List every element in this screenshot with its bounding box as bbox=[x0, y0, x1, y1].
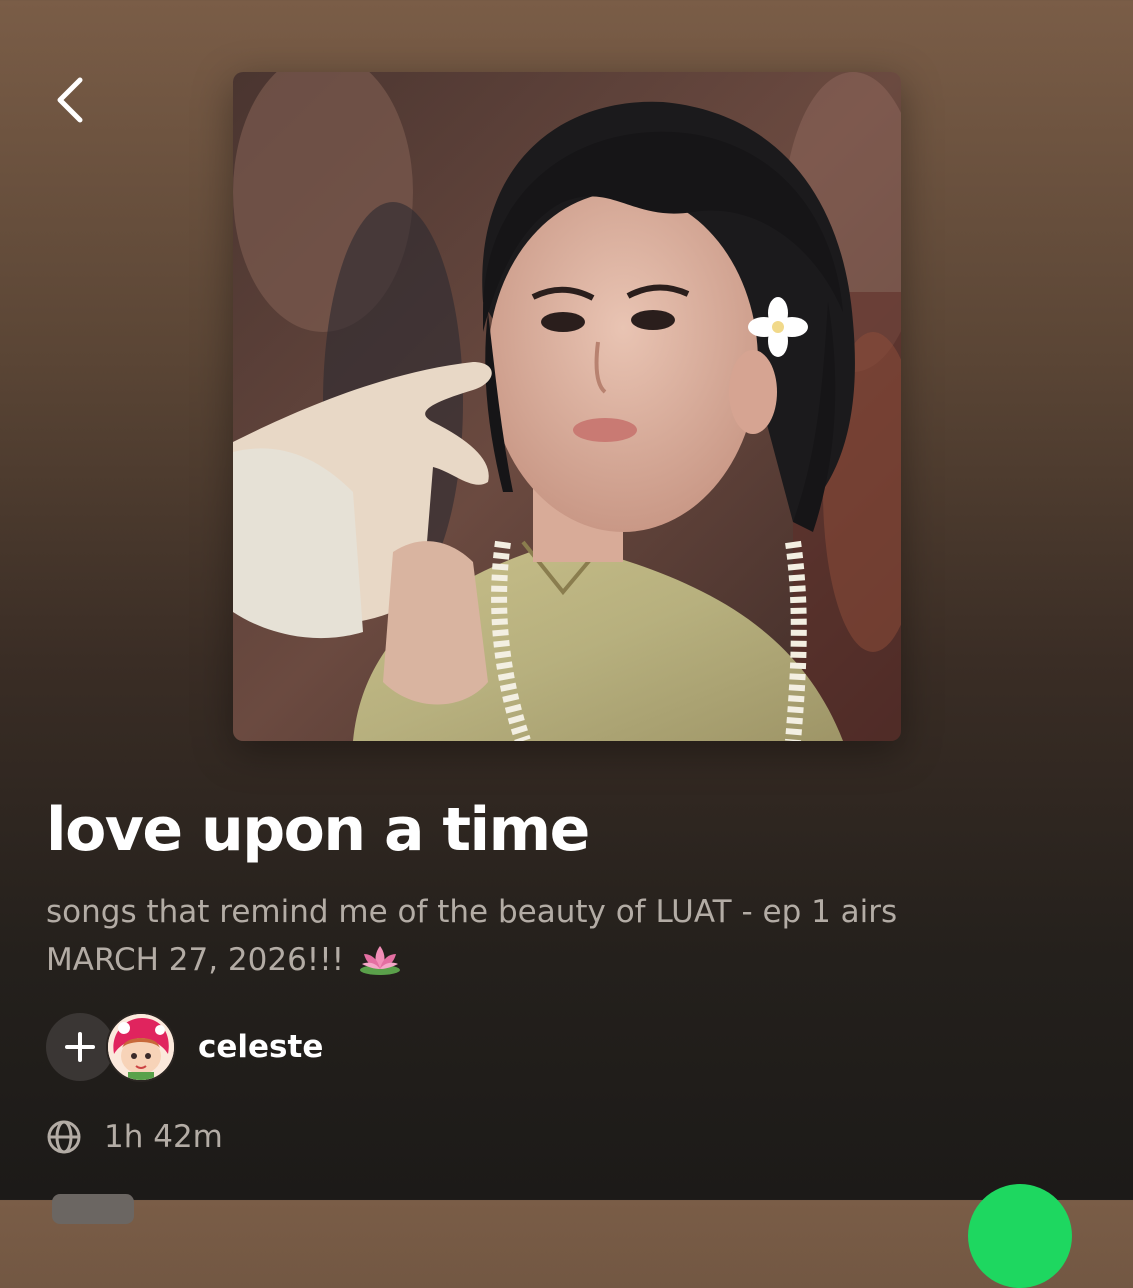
owner-row: celeste bbox=[46, 1012, 323, 1082]
owner-name[interactable]: celeste bbox=[198, 1029, 323, 1065]
description-line-2: MARCH 27, 2026!!! bbox=[46, 942, 345, 978]
playlist-duration: 1h 42m bbox=[104, 1119, 223, 1155]
meta-row: 1h 42m bbox=[46, 1114, 223, 1160]
chevron-left-icon bbox=[57, 77, 83, 123]
playlist-cover-image bbox=[233, 72, 901, 741]
lotus-icon bbox=[359, 946, 400, 975]
playlist-title: love upon a time bbox=[46, 795, 590, 865]
playlist-thumbnail-button[interactable] bbox=[52, 1194, 134, 1224]
back-button[interactable] bbox=[40, 70, 100, 130]
add-collaborator-button[interactable] bbox=[46, 1013, 114, 1081]
playlist-description: songs that remind me of the beauty of LU… bbox=[46, 888, 1066, 984]
owner-avatar[interactable] bbox=[106, 1012, 176, 1082]
globe-icon bbox=[47, 1120, 81, 1154]
plus-icon bbox=[65, 1032, 95, 1062]
description-line-1: songs that remind me of the beauty of LU… bbox=[46, 894, 898, 930]
